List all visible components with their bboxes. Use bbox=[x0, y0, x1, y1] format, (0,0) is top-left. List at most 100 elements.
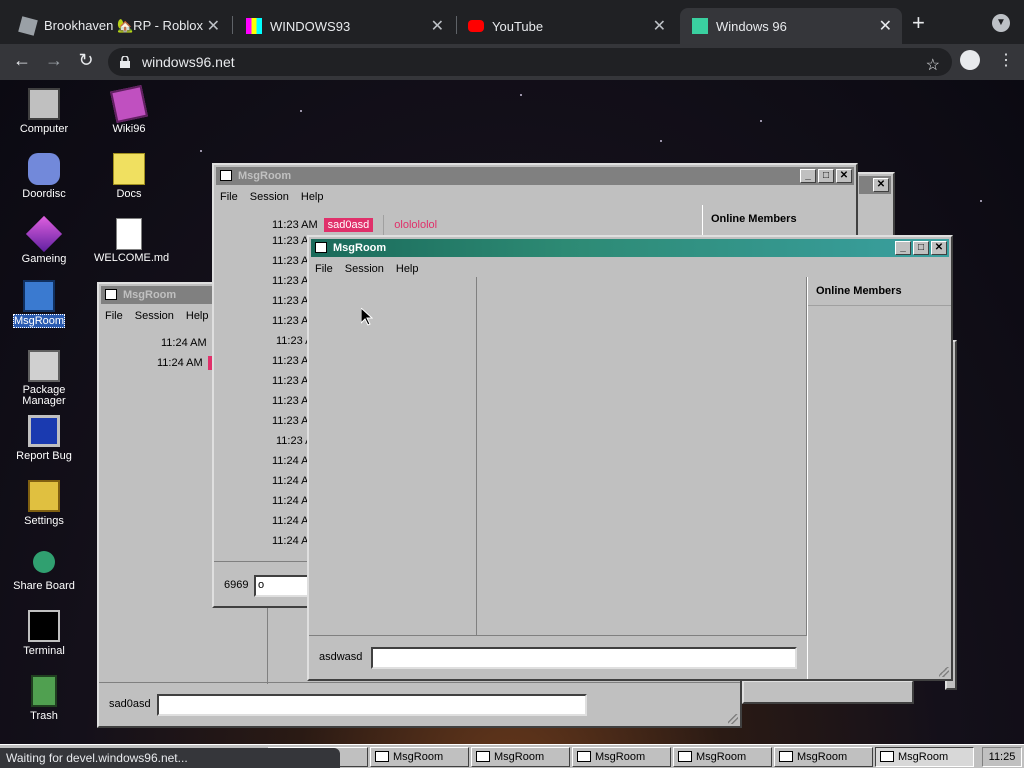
markdown-icon bbox=[116, 218, 142, 250]
divider bbox=[383, 215, 385, 235]
message-input[interactable] bbox=[157, 694, 587, 716]
tab-title: WINDOWS93 bbox=[270, 18, 351, 34]
close-icon[interactable]: ✕ bbox=[873, 178, 889, 192]
desktop-icon-gameing[interactable]: Gameing bbox=[9, 215, 79, 265]
desktop-icon-welcome[interactable]: WELCOME.md bbox=[94, 218, 169, 264]
divider bbox=[309, 635, 807, 636]
close-icon[interactable]: ✕ bbox=[879, 16, 892, 36]
background-star bbox=[300, 110, 302, 112]
desktop-icon-package-manager[interactable]: Package Manager bbox=[9, 350, 79, 407]
desktop-icon-label: Report Bug bbox=[16, 450, 72, 462]
desktop-icon-label: Trash bbox=[30, 710, 58, 722]
chat-icon bbox=[476, 751, 490, 762]
menu-session[interactable]: Session bbox=[345, 263, 384, 275]
minimize-icon[interactable]: _ bbox=[800, 169, 816, 183]
desktop-icon-label: Doordisc bbox=[22, 188, 66, 200]
chat-icon bbox=[779, 751, 793, 762]
username-label: sad0asd bbox=[109, 698, 151, 710]
divider bbox=[214, 561, 308, 562]
close-icon[interactable]: ✕ bbox=[653, 16, 666, 36]
address-bar[interactable]: windows96.net ☆ bbox=[108, 48, 952, 76]
background-star bbox=[520, 94, 522, 96]
menu-session[interactable]: Session bbox=[250, 191, 289, 203]
browser-status-bubble: Waiting for devel.windows96.net... bbox=[0, 748, 340, 768]
taskbar-task-msgroom[interactable]: MsgRoom bbox=[471, 747, 570, 767]
tab-youtube[interactable]: YouTube ✕ bbox=[456, 8, 676, 44]
desktop-icon-label: Gameing bbox=[21, 253, 67, 265]
desktop-icon-settings[interactable]: Settings bbox=[9, 480, 79, 527]
desktop-icon-label: Computer bbox=[19, 123, 69, 135]
msgroom-window-front[interactable]: MsgRoom _ □ ✕ File Session Help Online M… bbox=[307, 235, 953, 681]
tab-title: Brookhaven 🏡RP - Roblox bbox=[44, 18, 204, 33]
desktop-icon-computer[interactable]: Computer bbox=[9, 88, 79, 135]
desktop-icon-terminal[interactable]: Terminal bbox=[9, 610, 79, 657]
desktop-icon-share-board[interactable]: Share Board bbox=[9, 545, 79, 592]
window-titlebar[interactable]: ✕ bbox=[859, 176, 891, 194]
taskbar-task-msgroom[interactable]: MsgRoom bbox=[673, 747, 772, 767]
menu-file[interactable]: File bbox=[220, 191, 238, 203]
menu-file[interactable]: File bbox=[105, 310, 123, 322]
desktop-icon-trash[interactable]: Trash bbox=[9, 675, 79, 722]
terminal-icon bbox=[28, 610, 60, 642]
windows93-icon bbox=[246, 18, 262, 34]
desktop-icon-doordisc[interactable]: Doordisc bbox=[9, 153, 79, 200]
forward-arrow-icon[interactable]: → bbox=[42, 50, 66, 71]
desktop-icon-report-bug[interactable]: Report Bug bbox=[9, 415, 79, 462]
message-input[interactable] bbox=[371, 647, 797, 669]
taskbar-task-label: MsgRoom bbox=[797, 751, 848, 763]
taskbar-task-msgroom[interactable]: MsgRoom bbox=[572, 747, 671, 767]
taskbar-task-label: MsgRoom bbox=[898, 751, 949, 763]
desktop-icon-label: Docs bbox=[116, 188, 142, 200]
window-titlebar[interactable]: MsgRoom _ □ ✕ bbox=[311, 239, 949, 257]
message-input[interactable]: o bbox=[254, 575, 314, 597]
menu-help[interactable]: Help bbox=[301, 191, 324, 203]
reload-icon[interactable]: ↻ bbox=[74, 50, 98, 71]
chat-icon bbox=[23, 280, 55, 312]
profile-icon[interactable] bbox=[960, 50, 980, 70]
close-icon[interactable]: ✕ bbox=[431, 16, 444, 36]
message-time: 11:23 AI bbox=[272, 355, 312, 367]
username-label: 6969 bbox=[224, 579, 249, 591]
back-arrow-icon[interactable]: ← bbox=[10, 50, 34, 71]
book-icon bbox=[110, 85, 148, 123]
message-time: 11:24 AI bbox=[272, 535, 312, 547]
message-time: 11:23 AI bbox=[272, 275, 312, 287]
menu-help[interactable]: Help bbox=[396, 263, 419, 275]
tab-windows93[interactable]: WINDOWS93 ✕ bbox=[234, 8, 454, 44]
youtube-icon bbox=[468, 20, 484, 32]
close-icon[interactable]: ✕ bbox=[836, 169, 852, 183]
desktop-icon-msgroom[interactable]: MsgRoom bbox=[4, 280, 74, 328]
resize-grip[interactable] bbox=[939, 667, 949, 677]
desktop-icon-docs[interactable]: Docs bbox=[94, 153, 164, 200]
tab-windows96[interactable]: Windows 96 ✕ bbox=[680, 8, 902, 44]
tab-brookhaven[interactable]: Brookhaven 🏡RP - Roblox ✕ bbox=[8, 8, 230, 44]
desktop-icon-wiki96[interactable]: Wiki96 bbox=[94, 85, 164, 135]
minimize-icon[interactable]: _ bbox=[895, 241, 911, 255]
maximize-icon[interactable]: □ bbox=[818, 169, 834, 183]
window-titlebar[interactable]: MsgRoom _ □ ✕ bbox=[216, 167, 854, 185]
chevron-down-icon[interactable]: ▼ bbox=[992, 14, 1010, 32]
maximize-icon[interactable]: □ bbox=[913, 241, 929, 255]
menu-bar: File Session Help bbox=[216, 187, 854, 207]
menu-help[interactable]: Help bbox=[186, 310, 209, 322]
message-row: 11:23 AM sad0asd ololololol bbox=[272, 215, 437, 235]
taskbar-task-msgroom[interactable]: MsgRoom bbox=[774, 747, 873, 767]
tab-title: Windows 96 bbox=[716, 18, 787, 34]
folder-icon bbox=[113, 153, 145, 185]
username-label: asdwasd bbox=[319, 651, 363, 663]
taskbar-task-label: MsgRoom bbox=[494, 751, 545, 763]
close-icon[interactable]: ✕ bbox=[207, 16, 220, 36]
taskbar-task-msgroom[interactable]: MsgRoom bbox=[370, 747, 469, 767]
tab-title: YouTube bbox=[492, 18, 544, 34]
online-members-panel: Online Members bbox=[807, 277, 951, 679]
new-tab-button[interactable]: + bbox=[912, 12, 925, 34]
star-icon[interactable]: ☆ bbox=[926, 52, 940, 80]
mouse-cursor-icon bbox=[361, 308, 373, 326]
resize-grip[interactable] bbox=[728, 714, 738, 724]
taskbar-task-msgroom[interactable]: MsgRoom bbox=[875, 747, 974, 767]
menu-session[interactable]: Session bbox=[135, 310, 174, 322]
more-menu-icon[interactable]: ⋮ bbox=[998, 50, 1014, 70]
chat-icon bbox=[220, 170, 232, 181]
close-icon[interactable]: ✕ bbox=[931, 241, 947, 255]
menu-file[interactable]: File bbox=[315, 263, 333, 275]
